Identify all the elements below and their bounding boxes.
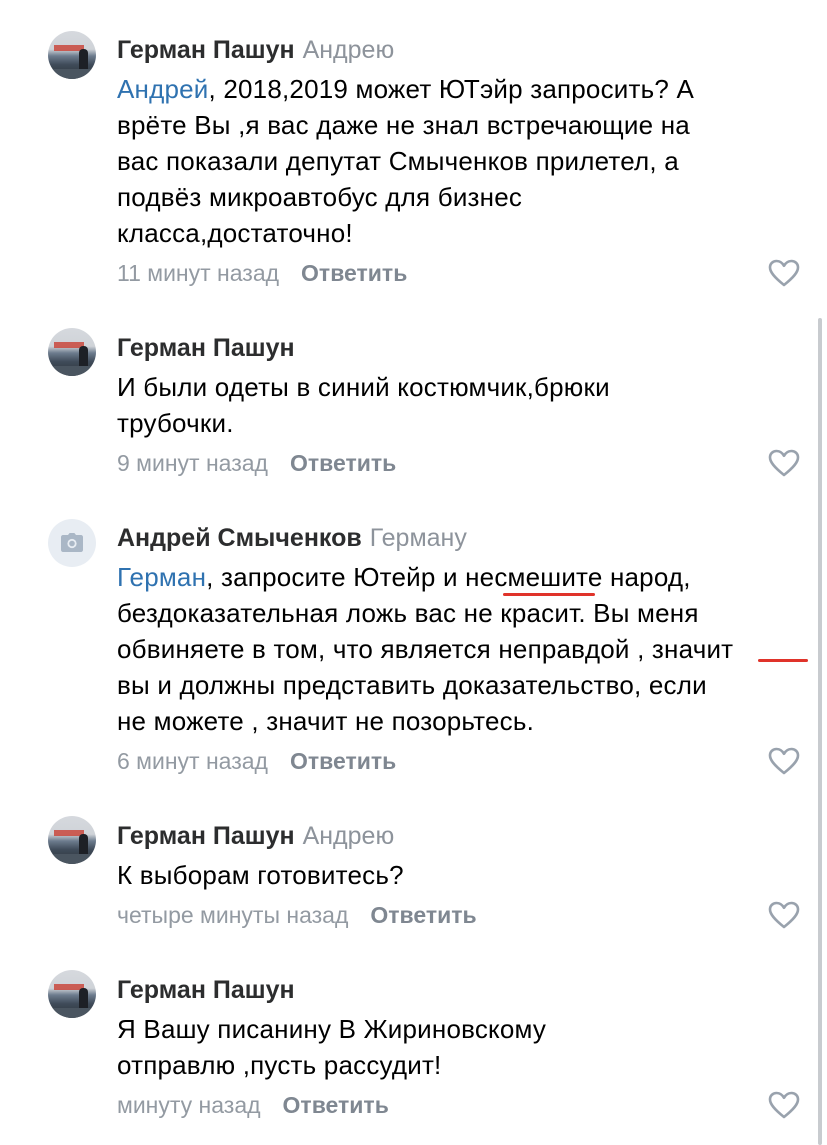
mention-link[interactable]: Герман xyxy=(117,562,206,592)
comment-reply-to[interactable]: Андрею xyxy=(303,822,395,850)
red-underline-mark xyxy=(503,593,595,596)
avatar[interactable] xyxy=(48,31,96,79)
avatar[interactable] xyxy=(48,519,96,567)
comment-text: Я Вашу писанину В Жириновскому отправлю … xyxy=(117,1014,547,1080)
reply-button[interactable]: Ответить xyxy=(370,902,476,928)
reply-button[interactable]: Ответить xyxy=(290,748,396,774)
avatar[interactable] xyxy=(48,816,96,864)
red-underline-mark xyxy=(758,659,808,662)
comment-timestamp: 9 минут назад xyxy=(117,450,268,476)
comment-text: И были одеты в синий костюмчик,брюки тру… xyxy=(117,372,610,438)
comment-timestamp: четыре минуты назад xyxy=(117,902,349,928)
reply-button[interactable]: Ответить xyxy=(290,450,396,476)
comment-text: Андрей, 2018,2019 может ЮТэйр запросить?… xyxy=(117,74,694,248)
avatar[interactable] xyxy=(48,970,96,1018)
camera-icon xyxy=(61,533,83,552)
comment-author[interactable]: Герман Пашун xyxy=(117,976,295,1004)
like-heart-icon[interactable] xyxy=(768,449,800,477)
comment-reply-to[interactable]: Герману xyxy=(370,524,467,552)
comment-timestamp: 6 минут назад xyxy=(117,748,268,774)
comment-author[interactable]: Герман Пашун xyxy=(117,334,295,362)
reply-button[interactable]: Ответить xyxy=(301,260,407,286)
like-heart-icon[interactable] xyxy=(768,259,800,287)
mention-link[interactable]: Андрей xyxy=(117,74,209,104)
avatar[interactable] xyxy=(48,328,96,376)
comment-reply-to[interactable]: Андрею xyxy=(303,36,395,64)
reply-button[interactable]: Ответить xyxy=(283,1092,389,1118)
comment-timestamp: 11 минут назад xyxy=(117,260,280,286)
like-heart-icon[interactable] xyxy=(768,901,800,929)
comment-author[interactable]: Герман Пашун xyxy=(117,36,295,64)
like-heart-icon[interactable] xyxy=(768,1091,800,1119)
comment-text: К выборам готовитесь? xyxy=(117,860,404,890)
scrollbar[interactable] xyxy=(818,318,822,1145)
comment-timestamp: минуту назад xyxy=(117,1092,261,1118)
like-heart-icon[interactable] xyxy=(768,747,800,775)
comment-author[interactable]: Андрей Смыченков xyxy=(117,524,362,552)
comment-author[interactable]: Герман Пашун xyxy=(117,822,295,850)
comment-text: Герман, запросите Ютейр и несмешите наро… xyxy=(117,562,734,736)
